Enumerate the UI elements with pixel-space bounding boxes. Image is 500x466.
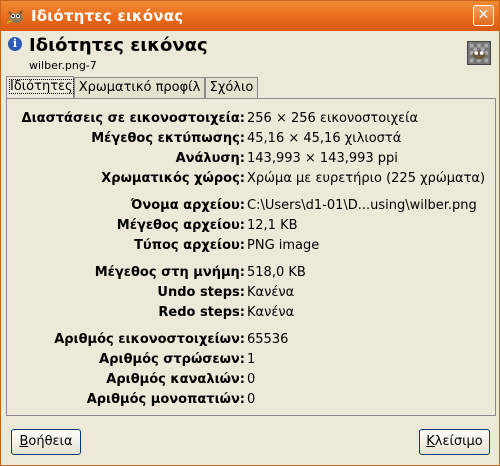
property-label: Όνομα αρχείου: xyxy=(130,198,245,213)
property-row: Μέγεθος εκτύπωσης: 45,16 × 45,16 χιλιοστ… xyxy=(7,131,497,151)
property-row: Redo steps: Κανένα xyxy=(7,305,497,325)
close-mnemonic: Κ xyxy=(426,434,435,449)
dialog-title: Ιδιότητες εικόνας xyxy=(29,35,208,56)
property-value[interactable]: C:\Users\d1-01\D...using\wilber.png xyxy=(247,198,477,213)
property-value[interactable]: Χρώμα με ευρετήριο (225 χρώματα) xyxy=(247,171,485,186)
info-icon: i xyxy=(8,37,22,51)
property-value[interactable]: Κανένα xyxy=(247,305,294,320)
dialog-header: i Ιδιότητες εικόνας wilber.png-7 xyxy=(1,31,499,75)
property-label: Redo steps: xyxy=(158,305,245,320)
tab-label: Σχόλιο xyxy=(209,80,254,95)
tab-comment[interactable]: Σχόλιο xyxy=(205,77,258,98)
properties-panel: Διαστάσεις σε εικονοστοιχεία: 256 × 256 … xyxy=(6,98,496,416)
property-value[interactable]: PNG image xyxy=(247,238,319,253)
property-value[interactable]: Κανένα xyxy=(247,285,294,300)
tab-properties[interactable]: Ιδιότητες xyxy=(6,76,74,99)
title-bar[interactable]: Ιδιότητες εικόνας ✕ xyxy=(1,1,499,31)
property-label: Αριθμός στρώσεων: xyxy=(99,352,245,367)
help-label: οήθεια xyxy=(28,434,73,449)
property-row: Ανάλυση: 143,993 × 143,993 ppi xyxy=(7,151,497,171)
property-row: Όνομα αρχείου: C:\Users\d1-01\D...using\… xyxy=(7,198,497,218)
property-value[interactable]: 0 xyxy=(247,372,255,387)
property-label: Undo steps: xyxy=(157,285,245,300)
property-value[interactable]: 256 × 256 εικονοστοιχεία xyxy=(247,111,418,126)
property-label: Αριθμός μονοπατιών: xyxy=(86,392,245,407)
image-name: wilber.png-7 xyxy=(29,59,97,72)
close-button[interactable]: Κλείσιμο xyxy=(419,429,490,455)
property-row: Χρωματικός χώρος: Χρώμα με ευρετήριο (22… xyxy=(7,171,497,191)
property-row: Αριθμός καναλιών: 0 xyxy=(7,372,497,392)
image-properties-window: Ιδιότητες εικόνας ✕ i Ιδιότητες εικόνας … xyxy=(0,0,500,466)
property-value[interactable]: 45,16 × 45,16 χιλιοστά xyxy=(247,131,401,146)
property-label: Μέγεθος εκτύπωσης: xyxy=(91,131,245,146)
property-value[interactable]: 518,0 KB xyxy=(247,265,306,280)
property-value[interactable]: 143,993 × 143,993 ppi xyxy=(247,151,398,166)
image-thumbnail-icon xyxy=(467,41,491,65)
property-row: Διαστάσεις σε εικονοστοιχεία: 256 × 256 … xyxy=(7,111,497,131)
property-label: Τύπος αρχείου: xyxy=(134,238,245,253)
property-label: Διαστάσεις σε εικονοστοιχεία: xyxy=(21,111,245,126)
property-value[interactable]: 12,1 KB xyxy=(247,218,298,233)
property-value[interactable]: 0 xyxy=(247,392,255,407)
property-row: Αριθμός μονοπατιών: 0 xyxy=(7,392,497,412)
property-value[interactable]: 65536 xyxy=(247,332,288,347)
property-value[interactable]: 1 xyxy=(247,352,255,367)
property-label: Μέγεθος αρχείου: xyxy=(116,218,245,233)
tab-label: Χρωματικό προφίλ xyxy=(78,80,201,95)
property-label: Χρωματικός χώρος: xyxy=(101,171,245,186)
close-label: λείσιμο xyxy=(434,434,483,449)
property-label: Αριθμός καναλιών: xyxy=(106,372,245,387)
help-button[interactable]: Βοήθεια xyxy=(11,429,81,455)
property-label: Μέγεθος στη μνήμη: xyxy=(94,265,245,280)
close-window-button[interactable]: ✕ xyxy=(473,5,494,26)
property-row: Τύπος αρχείου: PNG image xyxy=(7,238,497,258)
gimp-app-icon xyxy=(6,10,23,24)
property-label: Ανάλυση: xyxy=(175,151,245,166)
property-row: Undo steps: Κανένα xyxy=(7,285,497,305)
window-title: Ιδιότητες εικόνας xyxy=(31,7,184,25)
tab-color-profile[interactable]: Χρωματικό προφίλ xyxy=(74,77,205,98)
property-row: Αριθμός στρώσεων: 1 xyxy=(7,352,497,372)
property-row: Αριθμός εικονοστοιχείων: 65536 xyxy=(7,332,497,352)
tab-label: Ιδιότητες xyxy=(9,79,74,94)
property-label: Αριθμός εικονοστοιχείων: xyxy=(54,332,245,347)
property-row: Μέγεθος στη μνήμη: 518,0 KB xyxy=(7,265,497,285)
property-row: Μέγεθος αρχείου: 12,1 KB xyxy=(7,218,497,238)
close-icon: ✕ xyxy=(477,7,490,23)
